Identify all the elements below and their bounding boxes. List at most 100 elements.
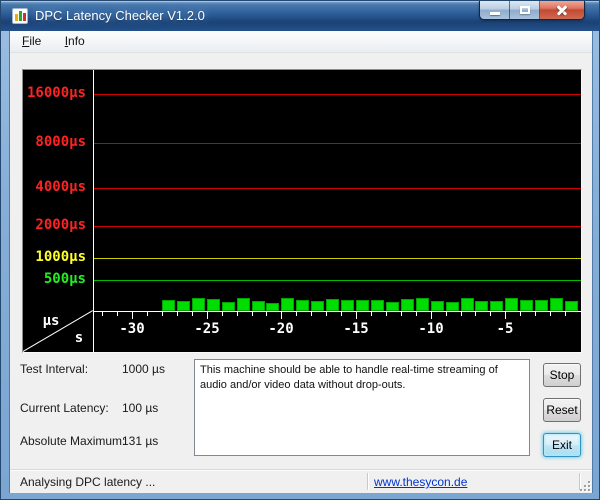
y-gridline xyxy=(94,143,581,144)
latency-bar xyxy=(446,302,459,311)
x-axis-tick xyxy=(401,312,402,316)
close-button[interactable] xyxy=(540,1,584,19)
x-axis-tick xyxy=(207,312,208,319)
latency-bar xyxy=(475,301,488,311)
menu-info[interactable]: Info xyxy=(57,31,93,52)
x-axis-tick-label: -10 xyxy=(414,321,448,337)
latency-bar xyxy=(162,300,175,311)
latency-bar xyxy=(386,302,399,311)
analysis-message-box: This machine should be able to handle re… xyxy=(194,359,530,456)
minimize-button[interactable] xyxy=(480,1,510,19)
latency-bar xyxy=(341,300,354,311)
y-gridline xyxy=(94,280,581,281)
x-axis-tick xyxy=(416,312,417,316)
latency-bar xyxy=(416,298,429,311)
latency-bar xyxy=(490,301,503,311)
x-axis-tick xyxy=(505,312,506,319)
statusbar-divider xyxy=(367,473,368,490)
x-axis-tick xyxy=(535,312,536,316)
x-axis-tick xyxy=(252,312,253,316)
x-axis-tick xyxy=(386,312,387,316)
latency-chart-panel: 16000µs 8000µs 4000µs 2000µs 1000µs 500µs µss -… xyxy=(22,69,582,353)
exit-button[interactable]: Exit xyxy=(543,433,581,457)
minimize-icon xyxy=(490,12,500,15)
x-axis-tick xyxy=(296,312,297,316)
stat-label: Absolute Maximum: xyxy=(20,434,125,448)
client-area: File Info 16000µs 8000µs 4000µs 2000µs 1000µ… xyxy=(9,31,593,493)
resize-grip[interactable] xyxy=(578,479,590,491)
reset-button[interactable]: Reset xyxy=(543,398,581,422)
app-icon-bar xyxy=(23,13,26,21)
x-axis-tick-label: -5 xyxy=(488,321,522,337)
latency-bar xyxy=(296,300,309,311)
x-axis-tick xyxy=(311,312,312,316)
x-axis-tick xyxy=(237,312,238,316)
x-unit-label: s xyxy=(71,330,87,346)
status-bar: Analysing DPC latency ... www.thesycon.d… xyxy=(10,469,592,493)
y-gridline xyxy=(94,188,581,189)
y-axis-label: 4000µs xyxy=(23,179,86,195)
x-axis-tick xyxy=(565,312,566,316)
latency-bar xyxy=(326,299,339,311)
x-axis-tick xyxy=(356,312,357,319)
x-axis-tick xyxy=(162,312,163,316)
y-gridline xyxy=(94,226,581,227)
latency-bar xyxy=(371,300,384,311)
x-axis-tick xyxy=(446,312,447,316)
stat-row-current-latency: Current Latency: 100 µs xyxy=(10,401,190,416)
y-axis-label: 1000µs xyxy=(23,249,86,265)
menu-file[interactable]: File xyxy=(14,31,49,52)
maximize-icon xyxy=(520,6,530,14)
y-unit-label: µs xyxy=(37,313,65,329)
app-icon-bar xyxy=(15,14,18,21)
stop-button[interactable]: Stop xyxy=(543,363,581,387)
latency-bar xyxy=(281,298,294,311)
latency-bar xyxy=(207,299,220,311)
x-axis-tick xyxy=(177,312,178,316)
thesycon-link[interactable]: www.thesycon.de xyxy=(374,475,467,489)
x-axis-tick xyxy=(341,312,342,316)
app-icon[interactable] xyxy=(12,8,28,24)
y-axis-label: 8000µs xyxy=(23,134,86,150)
latency-chart: 16000µs 8000µs 4000µs 2000µs 1000µs 500µs µss -… xyxy=(23,70,581,352)
y-axis-label: 500µs xyxy=(23,271,86,287)
latency-bar xyxy=(252,301,265,311)
status-text: Analysing DPC latency ... xyxy=(20,475,155,489)
latency-bar xyxy=(177,301,190,311)
latency-bar xyxy=(401,299,414,311)
y-axis-label: 16000µs xyxy=(23,85,86,101)
maximize-button[interactable] xyxy=(510,1,540,19)
latency-bar xyxy=(222,302,235,311)
x-axis-tick-label: -25 xyxy=(190,321,224,337)
x-axis-tick xyxy=(222,312,223,316)
latency-bar xyxy=(565,301,578,311)
x-axis-tick xyxy=(431,312,432,319)
title-bar[interactable]: DPC Latency Checker V1.2.0 xyxy=(1,1,599,31)
window-title: DPC Latency Checker V1.2.0 xyxy=(35,1,205,30)
app-icon-bar xyxy=(19,11,22,21)
y-gridline xyxy=(94,94,581,95)
latency-bar xyxy=(520,300,533,311)
stat-value: 100 µs xyxy=(122,401,158,415)
x-axis-tick xyxy=(371,312,372,316)
stat-row-absolute-maximum: Absolute Maximum: 131 µs xyxy=(10,434,190,449)
x-axis-tick-label: -15 xyxy=(339,321,373,337)
y-gridline xyxy=(94,258,581,259)
latency-bar xyxy=(535,300,548,311)
window-controls xyxy=(479,1,585,20)
latency-bar xyxy=(311,301,324,311)
x-axis-tick xyxy=(461,312,462,316)
latency-bar xyxy=(192,298,205,311)
latency-bar xyxy=(266,303,279,311)
y-axis-label: 2000µs xyxy=(23,217,86,233)
x-axis-tick xyxy=(326,312,327,316)
x-axis-line xyxy=(93,311,581,312)
y-axis-line xyxy=(93,70,94,352)
x-axis-tick xyxy=(266,312,267,316)
x-axis-tick xyxy=(550,312,551,316)
stat-value: 1000 µs xyxy=(122,362,165,376)
x-axis-tick xyxy=(102,312,103,316)
latency-bar xyxy=(356,300,369,311)
stat-label: Current Latency: xyxy=(20,401,109,415)
latency-bar xyxy=(550,298,563,311)
